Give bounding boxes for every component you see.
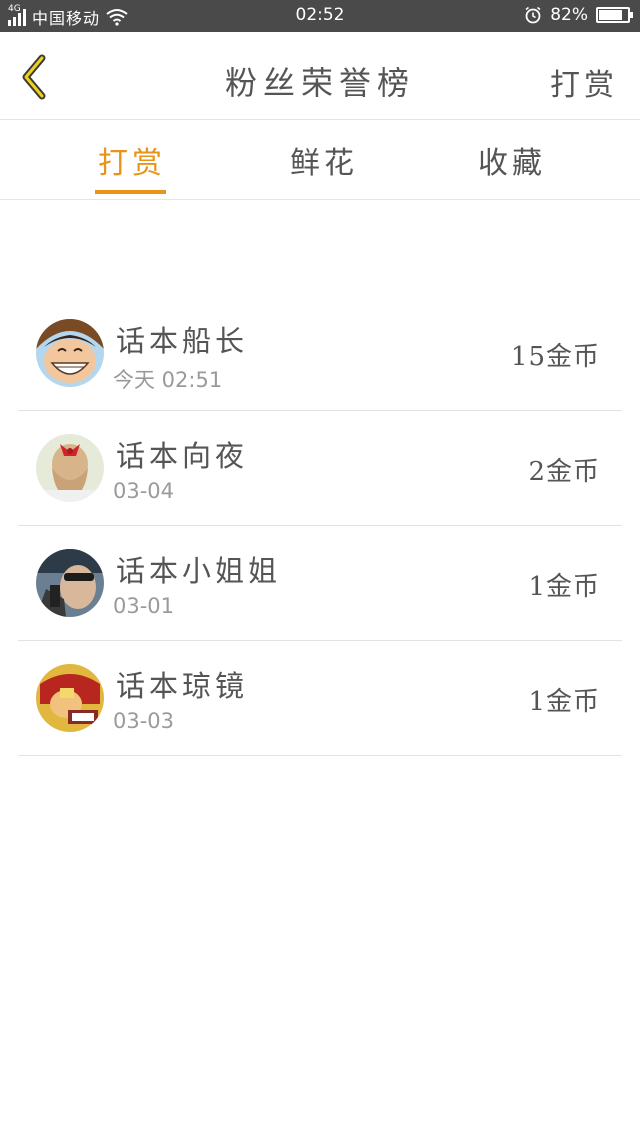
tab-bar: 打赏 鲜花 收藏 [0, 120, 640, 200]
alarm-icon [525, 6, 541, 24]
status-bar: 4G 中国移动 02:52 82% [0, 0, 640, 32]
list-item[interactable]: 话本琼镜 03-03 1金币 [18, 641, 622, 756]
avatar [36, 434, 104, 502]
reward-button[interactable]: 打赏 [550, 60, 618, 104]
fan-name: 话本船长 [116, 324, 249, 358]
fan-name: 话本向夜 [116, 439, 249, 473]
battery-percent: 82% [550, 5, 588, 25]
status-right: 82% [524, 5, 633, 25]
avatar [36, 664, 104, 732]
active-tab-indicator [95, 190, 166, 194]
reward-date: 03-04 [113, 479, 175, 503]
avatar [36, 319, 104, 387]
list-item[interactable]: 话本小姐姐 03-01 1金币 [18, 526, 622, 641]
tab-flowers[interactable]: 鲜花 [290, 138, 358, 182]
list-item[interactable]: 话本向夜 03-04 2金币 [18, 411, 622, 526]
top-nav-bar: 粉丝荣誉榜 打赏 [0, 32, 640, 120]
page-title: 粉丝荣誉榜 [224, 64, 415, 102]
reward-amount: 15金币 [510, 342, 600, 372]
avatar [36, 549, 104, 617]
reward-date: 03-03 [113, 709, 175, 733]
battery-icon [596, 7, 633, 23]
fan-list: 话本船长 今天 02:51 15金币 话本向夜 03-04 2金币 话本小姐姐 … [18, 296, 622, 756]
reward-amount: 1金币 [528, 572, 600, 602]
reward-date: 今天 02:51 [113, 368, 223, 392]
reward-date: 03-01 [113, 594, 175, 618]
tab-favorites[interactable]: 收藏 [478, 138, 546, 182]
reward-amount: 2金币 [528, 457, 600, 487]
fan-name: 话本小姐姐 [116, 554, 282, 588]
reward-amount: 1金币 [528, 687, 600, 717]
tab-reward[interactable]: 打赏 [98, 138, 166, 182]
fan-name: 话本琼镜 [116, 669, 249, 703]
list-item[interactable]: 话本船长 今天 02:51 15金币 [18, 296, 622, 411]
